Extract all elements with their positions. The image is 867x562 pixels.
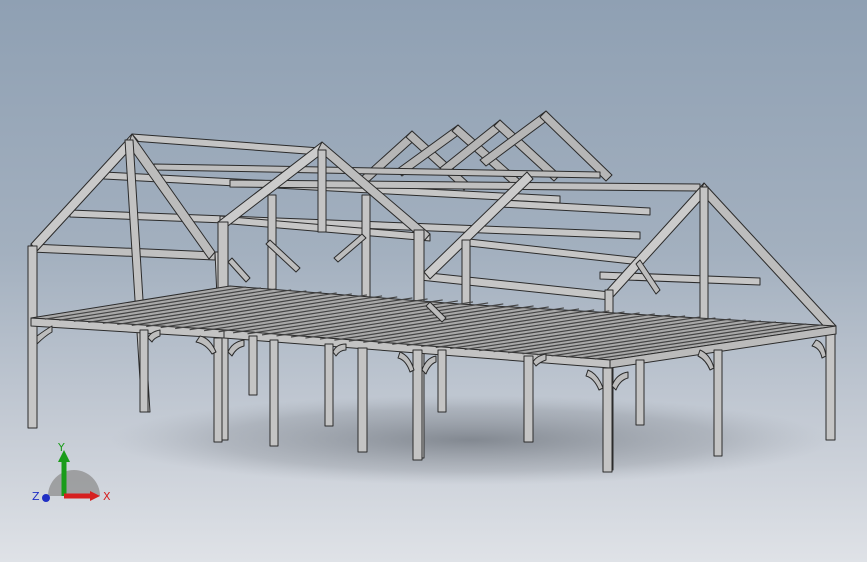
graphics-viewport[interactable]: Y X Z [0,0,867,562]
z-axis-label: Z [32,490,40,503]
left-gable [30,133,227,413]
timber-frame-model[interactable] [0,0,867,562]
y-axis-label: Y [57,441,65,454]
z-axis-dot-icon [42,494,50,502]
rear-rafters [359,110,613,191]
view-orientation-triad[interactable]: Y X Z [30,438,115,518]
x-axis-label: X [103,490,111,503]
